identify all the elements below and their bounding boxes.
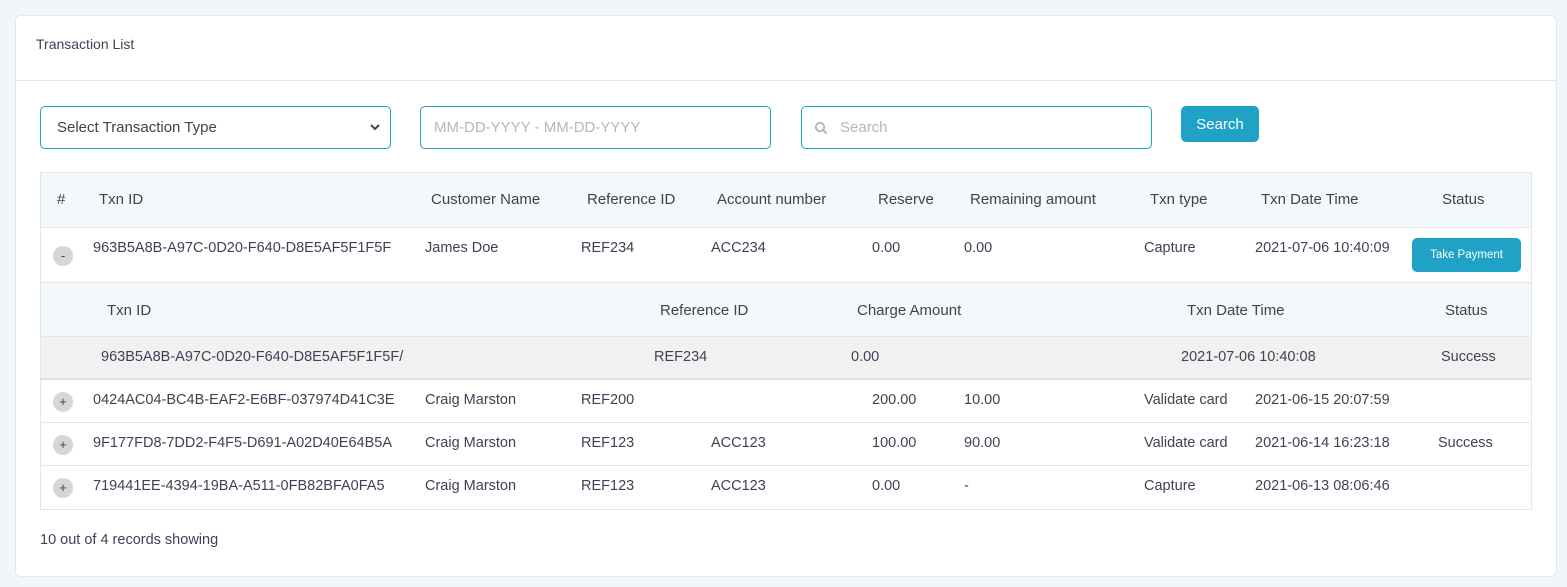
txn-type-cell: Capture [1144, 478, 1196, 494]
header-remaining-amount: Remaining amount [970, 191, 1096, 208]
sub-header-status: Status [1445, 302, 1488, 319]
transaction-type-select-value: Select Transaction Type [57, 119, 217, 136]
search-button[interactable]: Search [1181, 106, 1259, 142]
txn-id-cell: 963B5A8B-A97C-0D20-F640-D8E5AF5F1F5F [93, 240, 392, 256]
sub-status-cell: Success [1441, 349, 1496, 365]
table-row[interactable]: + 0424AC04-BC4B-EAF2-E6BF-037974D41C3E C… [41, 380, 1531, 423]
sub-header-charge-amount: Charge Amount [857, 302, 962, 319]
sub-header-reference-id: Reference ID [660, 302, 749, 319]
txn-type-cell: Capture [1144, 240, 1196, 256]
chevron-down-icon [370, 124, 380, 131]
customer-name-cell: Craig Marston [425, 435, 517, 451]
transaction-list-card: Transaction List Select Transaction Type… [15, 15, 1557, 577]
header-account-number: Account number [717, 191, 827, 208]
filter-bar: Select Transaction Type MM-DD-YYYY - MM-… [16, 106, 1556, 150]
card-title: Transaction List [16, 16, 1556, 81]
reference-id-cell: REF123 [581, 478, 635, 494]
sub-reference-id-cell: REF234 [654, 349, 708, 365]
reserve-cell: 0.00 [872, 240, 901, 256]
txn-type-cell: Validate card [1144, 392, 1228, 408]
customer-name-cell: Craig Marston [425, 478, 517, 494]
header-reserve: Reserve [878, 191, 934, 208]
search-icon [814, 121, 828, 135]
txn-date-time-cell: 2021-06-15 20:07:59 [1255, 392, 1390, 408]
header-status: Status [1442, 191, 1485, 208]
txn-type-cell: Validate card [1144, 435, 1228, 451]
reference-id-cell: REF234 [581, 240, 635, 256]
reserve-cell: 100.00 [872, 435, 917, 451]
take-payment-button[interactable]: Take Payment [1412, 238, 1521, 272]
subtable-header-row: Txn ID Reference ID Charge Amount Txn Da… [41, 283, 1531, 337]
header-txn-id: Txn ID [99, 191, 144, 208]
header-customer-name: Customer Name [431, 191, 541, 208]
header-reference-id: Reference ID [587, 191, 676, 208]
txn-id-cell: 9F177FD8-7DD2-F4F5-D691-A02D40E64B5A [93, 435, 393, 451]
account-number-cell: ACC123 [711, 435, 766, 451]
subtable-row: 963B5A8B-A97C-0D20-F640-D8E5AF5F1F5F/ RE… [41, 337, 1531, 379]
sub-header-txn-date-time: Txn Date Time [1187, 302, 1285, 319]
remaining-amount-cell: 90.00 [964, 435, 1001, 451]
reserve-cell: 200.00 [872, 392, 917, 408]
reserve-cell: 0.00 [872, 478, 901, 494]
expand-toggle-button[interactable]: + [53, 478, 73, 498]
sub-txn-date-time-cell: 2021-07-06 10:40:08 [1181, 349, 1316, 365]
expand-toggle-button[interactable]: + [53, 392, 73, 412]
account-number-cell: ACC234 [711, 240, 766, 256]
txn-date-time-cell: 2021-06-14 16:23:18 [1255, 435, 1390, 451]
status-cell: Success [1438, 435, 1493, 451]
table-header-row: # Txn ID Customer Name Reference ID Acco… [41, 173, 1531, 228]
table-row[interactable]: - 963B5A8B-A97C-0D20-F640-D8E5AF5F1F5F J… [41, 228, 1531, 283]
collapse-toggle-button[interactable]: - [53, 246, 73, 266]
search-input[interactable]: Search [801, 106, 1152, 149]
txn-id-cell: 719441EE-4394-19BA-A511-0FB82BFA0FA5 [93, 478, 385, 494]
table-row[interactable]: + 719441EE-4394-19BA-A511-0FB82BFA0FA5 C… [41, 466, 1531, 509]
customer-name-cell: James Doe [425, 240, 499, 256]
transaction-table: # Txn ID Customer Name Reference ID Acco… [40, 172, 1532, 510]
table-row[interactable]: + 9F177FD8-7DD2-F4F5-D691-A02D40E64B5A C… [41, 423, 1531, 466]
reference-id-cell: REF123 [581, 435, 635, 451]
sub-charge-amount-cell: 0.00 [851, 349, 880, 365]
txn-date-time-cell: 2021-06-13 08:06:46 [1255, 478, 1390, 494]
header-txn-type: Txn type [1150, 191, 1208, 208]
remaining-amount-cell: 0.00 [964, 240, 993, 256]
customer-name-cell: Craig Marston [425, 392, 517, 408]
header-num: # [57, 191, 66, 208]
search-placeholder: Search [840, 119, 888, 136]
remaining-amount-cell: 10.00 [964, 392, 1001, 408]
sub-header-txn-id: Txn ID [107, 302, 152, 319]
date-range-placeholder: MM-DD-YYYY - MM-DD-YYYY [434, 119, 641, 136]
transaction-type-select[interactable]: Select Transaction Type [40, 106, 391, 149]
header-txn-date-time: Txn Date Time [1261, 191, 1359, 208]
txn-date-time-cell: 2021-07-06 10:40:09 [1255, 240, 1390, 256]
txn-id-cell: 0424AC04-BC4B-EAF2-E6BF-037974D41C3E [93, 392, 395, 408]
remaining-amount-cell: - [964, 478, 969, 494]
records-count-text: 10 out of 4 records showing [40, 532, 219, 548]
account-number-cell: ACC123 [711, 478, 766, 494]
transaction-detail-subtable: Txn ID Reference ID Charge Amount Txn Da… [41, 283, 1531, 380]
reference-id-cell: REF200 [581, 392, 635, 408]
date-range-input[interactable]: MM-DD-YYYY - MM-DD-YYYY [420, 106, 771, 149]
expand-toggle-button[interactable]: + [53, 435, 73, 455]
sub-txn-id-cell: 963B5A8B-A97C-0D20-F640-D8E5AF5F1F5F/ [101, 349, 404, 365]
